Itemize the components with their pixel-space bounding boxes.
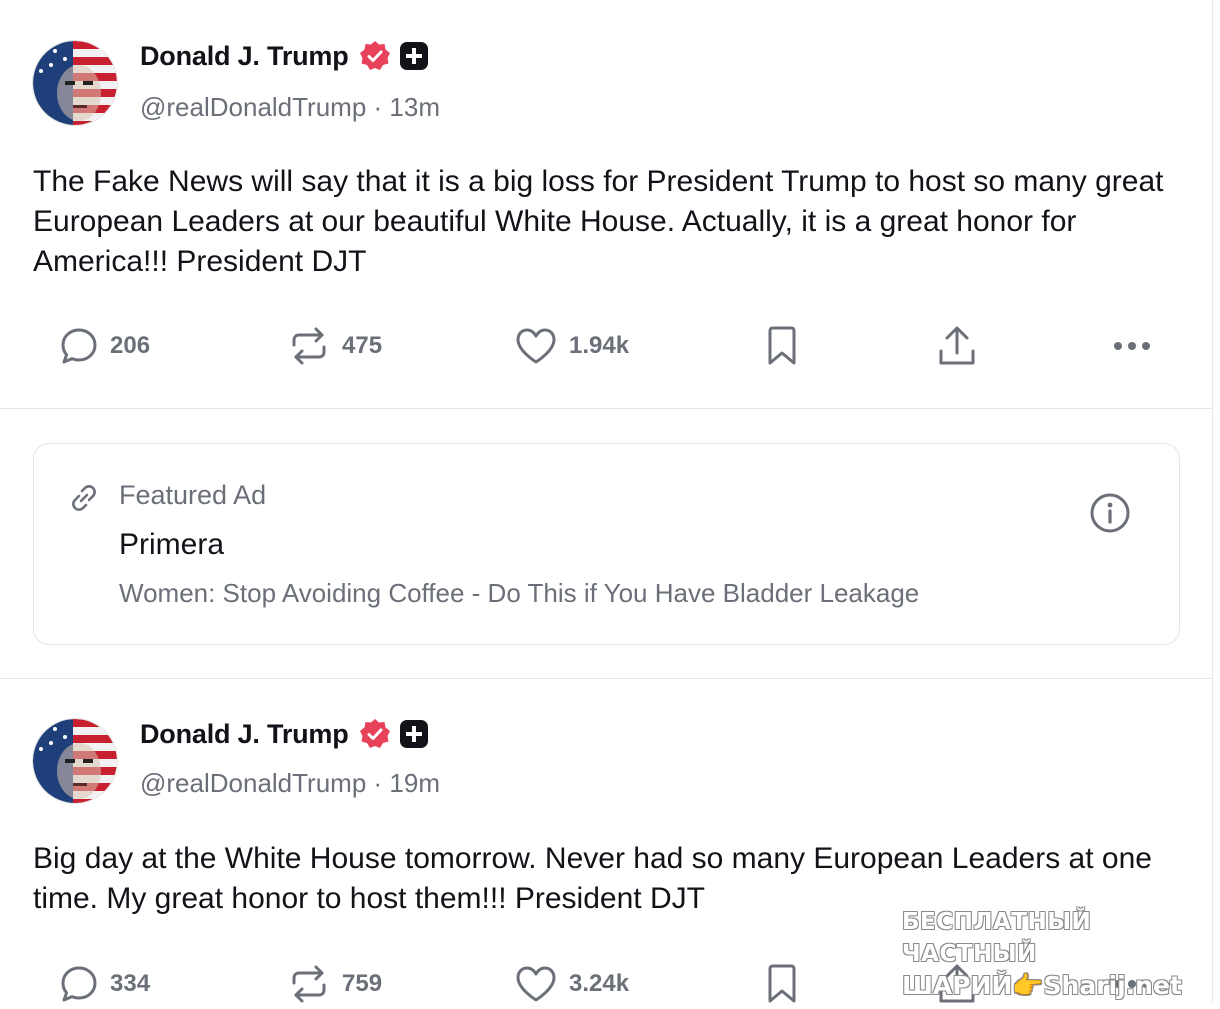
heart-icon: [516, 966, 556, 1002]
post[interactable]: Donald J. Trump @realDonaldTrump · 13m T…: [0, 0, 1212, 409]
avatar[interactable]: [32, 40, 118, 126]
verified-badge-icon: [359, 41, 390, 70]
post-time[interactable]: · 13m: [374, 92, 440, 122]
link-icon: [72, 485, 96, 511]
speech-bubble-icon: [61, 328, 97, 364]
like-button[interactable]: 1.94k: [515, 321, 629, 371]
verified-badge-icon: [359, 719, 390, 748]
ad-description[interactable]: Women: Stop Avoiding Coffee - Do This if…: [119, 578, 919, 609]
author-name[interactable]: Donald J. Trump: [140, 719, 349, 750]
bookmark-icon: [768, 964, 796, 1003]
handle-row: @realDonaldTrump · 13m: [140, 92, 440, 123]
share-upload-icon: [939, 964, 975, 1003]
bookmark-button[interactable]: [766, 321, 798, 371]
post-time[interactable]: · 19m: [374, 768, 440, 798]
like-count: 3.24k: [569, 970, 630, 997]
avatar[interactable]: [32, 718, 118, 804]
repost-button[interactable]: 475: [288, 321, 382, 371]
post-text: The Fake News will say that it is a big …: [33, 165, 1164, 278]
share-button[interactable]: [937, 321, 977, 371]
reply-count: 334: [110, 970, 151, 997]
reply-count: 206: [110, 332, 151, 359]
feed-right-border: [1212, 0, 1213, 1002]
more-button[interactable]: [1112, 321, 1152, 371]
more-dots-icon: [1114, 980, 1150, 988]
author-name[interactable]: Donald J. Trump: [140, 41, 349, 72]
author-row: Donald J. Trump: [140, 40, 429, 72]
bookmark-icon: [768, 326, 796, 365]
like-count: 1.94k: [569, 332, 630, 359]
repost-count: 759: [342, 970, 383, 997]
repost-arrows-icon: [292, 965, 326, 1003]
ad-title[interactable]: Primera: [119, 528, 224, 562]
handle-row: @realDonaldTrump · 19m: [140, 768, 440, 799]
speech-bubble-icon: [61, 966, 97, 1002]
author-handle[interactable]: @realDonaldTrump: [140, 768, 366, 798]
author-row: Donald J. Trump: [140, 718, 429, 750]
author-handle[interactable]: @realDonaldTrump: [140, 92, 366, 122]
post-actions: 206 475 1.94k: [0, 321, 1212, 371]
more-dots-icon: [1114, 342, 1150, 350]
plus-square-icon: [399, 42, 428, 70]
info-circle-icon[interactable]: [1089, 492, 1131, 534]
ad-label: Featured Ad: [119, 480, 267, 510]
reply-button[interactable]: 206: [60, 321, 150, 371]
avatar-image: [33, 41, 117, 125]
plus-square-icon: [399, 720, 428, 748]
repost-count: 475: [342, 332, 383, 359]
heart-icon: [516, 328, 556, 364]
repost-arrows-icon: [292, 327, 326, 365]
featured-ad-card[interactable]: Featured Ad Primera Women: Stop Avoiding…: [33, 443, 1180, 645]
avatar-image: [33, 719, 117, 803]
post[interactable]: Donald J. Trump @realDonaldTrump · 19m B…: [0, 678, 1212, 1003]
share-upload-icon: [939, 326, 975, 365]
post-text: Big day at the White House tomorrow. Nev…: [33, 842, 1152, 915]
